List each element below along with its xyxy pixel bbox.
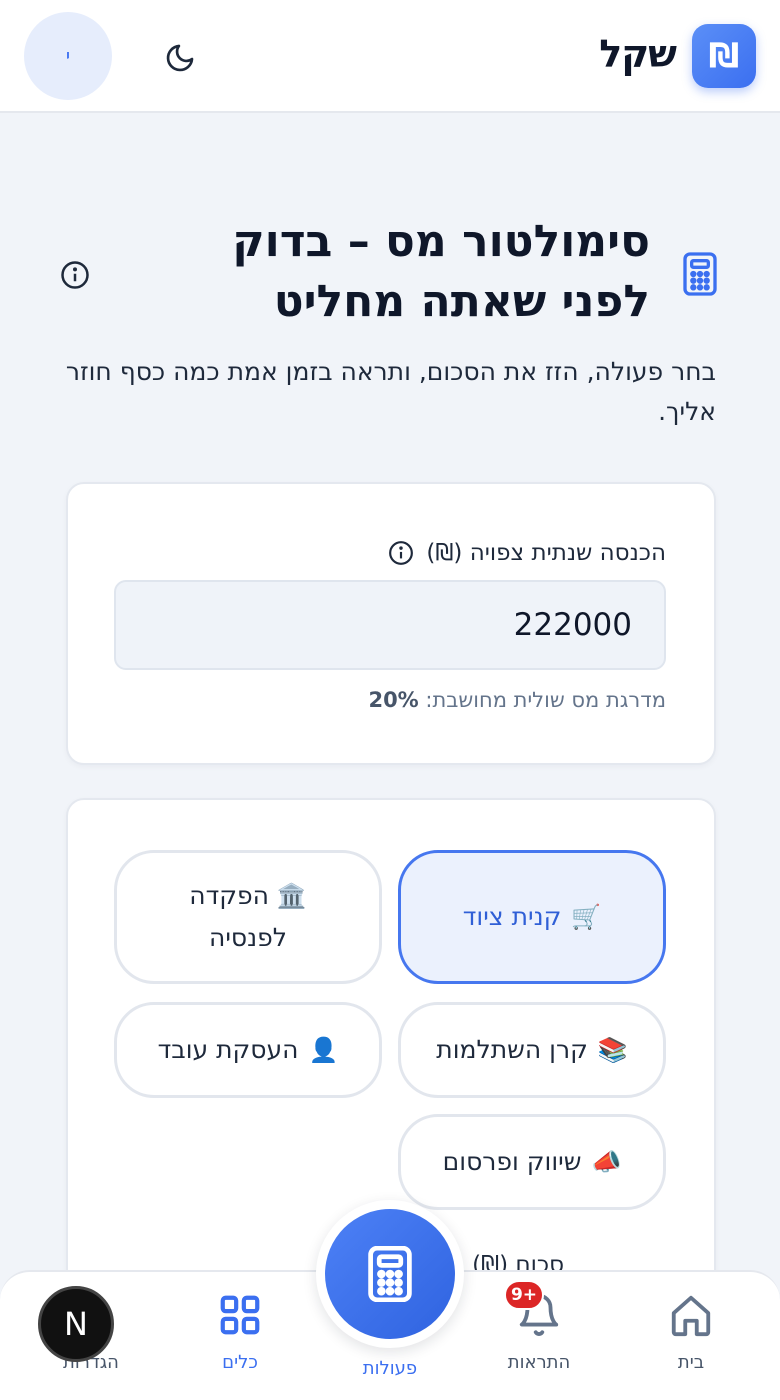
action-label: הפקדה לפנסיה (189, 881, 287, 952)
action-label: שיווק ופרסום (442, 1147, 582, 1176)
nav-tools[interactable]: כלים (185, 1292, 295, 1392)
grid-icon (220, 1295, 260, 1335)
nextjs-logo-icon: N (64, 1305, 88, 1343)
calculator-icon (368, 1246, 412, 1302)
shekel-logo[interactable]: ₪ (692, 24, 756, 88)
tax-bracket: מדרגת מס שולית מחושבת: 20% (368, 688, 666, 712)
nav-actions-label: פעולות (362, 1358, 418, 1379)
nav-alerts[interactable]: התראות (484, 1292, 594, 1392)
person-icon: 👤 (308, 1036, 339, 1064)
alerts-badge: +9 (504, 1280, 544, 1310)
nav-tools-label: כלים (222, 1352, 258, 1373)
app-header: ₪ שקל י (0, 0, 780, 113)
income-input[interactable] (114, 580, 666, 670)
bank-icon: 🏛️ (276, 882, 307, 910)
nav-home[interactable]: בית (636, 1292, 746, 1392)
cart-icon: 🛒 (571, 903, 602, 931)
app-name: שקל (599, 32, 677, 76)
avatar[interactable]: י (24, 12, 112, 100)
home-icon (671, 1295, 711, 1337)
info-icon[interactable] (60, 260, 90, 290)
income-label: הכנסה שנתית צפויה (₪) (388, 540, 666, 566)
action-study-fund[interactable]: 📚 קרן השתלמות (398, 1002, 666, 1098)
action-hire-employee[interactable]: 👤 העסקת עובד (114, 1002, 382, 1098)
books-icon: 📚 (597, 1036, 628, 1064)
avatar-initial: י (65, 44, 71, 68)
calculator-icon (683, 252, 717, 296)
dark-mode-toggle[interactable] (160, 38, 200, 78)
tax-bracket-value: 20% (368, 688, 419, 712)
action-buy-equipment[interactable]: 🛒 קנית ציוד (398, 850, 666, 984)
action-label: קנית ציוד (462, 902, 562, 931)
action-label-with-icon: 🏛️ הפקדה לפנסיה (157, 875, 339, 959)
megaphone-icon: 📣 (591, 1148, 622, 1176)
nextjs-dev-badge[interactable]: N (38, 1286, 114, 1362)
moon-icon (166, 44, 194, 72)
tax-bracket-label: מדרגת מס שולית מחושבת: (425, 688, 666, 712)
action-label: העסקת עובד (157, 1035, 299, 1064)
actions-fab (316, 1200, 464, 1348)
nav-home-label: בית (677, 1352, 705, 1373)
action-label: קרן השתלמות (436, 1035, 588, 1064)
shekel-logo-icon: ₪ (708, 36, 740, 76)
title-row: סימולטור מס – בדוק לפני שאתה מחליט (60, 212, 720, 342)
income-label-text: הכנסה שנתית צפויה (₪) (426, 540, 666, 566)
page-title: סימולטור מס – בדוק לפני שאתה מחליט (232, 216, 650, 327)
nav-alerts-label: התראות (507, 1352, 571, 1373)
action-marketing[interactable]: 📣 שיווק ופרסום (398, 1114, 666, 1210)
action-pension-deposit[interactable]: 🏛️ הפקדה לפנסיה (114, 850, 382, 984)
actions-fab-button[interactable] (325, 1209, 455, 1339)
income-card: הכנסה שנתית צפויה (₪) מדרגת מס שולית מחו… (66, 482, 716, 765)
page-subtitle: בחר פעולה, הזז את הסכום, ותראה בזמן אמת … (65, 357, 716, 426)
info-icon[interactable] (388, 540, 414, 566)
